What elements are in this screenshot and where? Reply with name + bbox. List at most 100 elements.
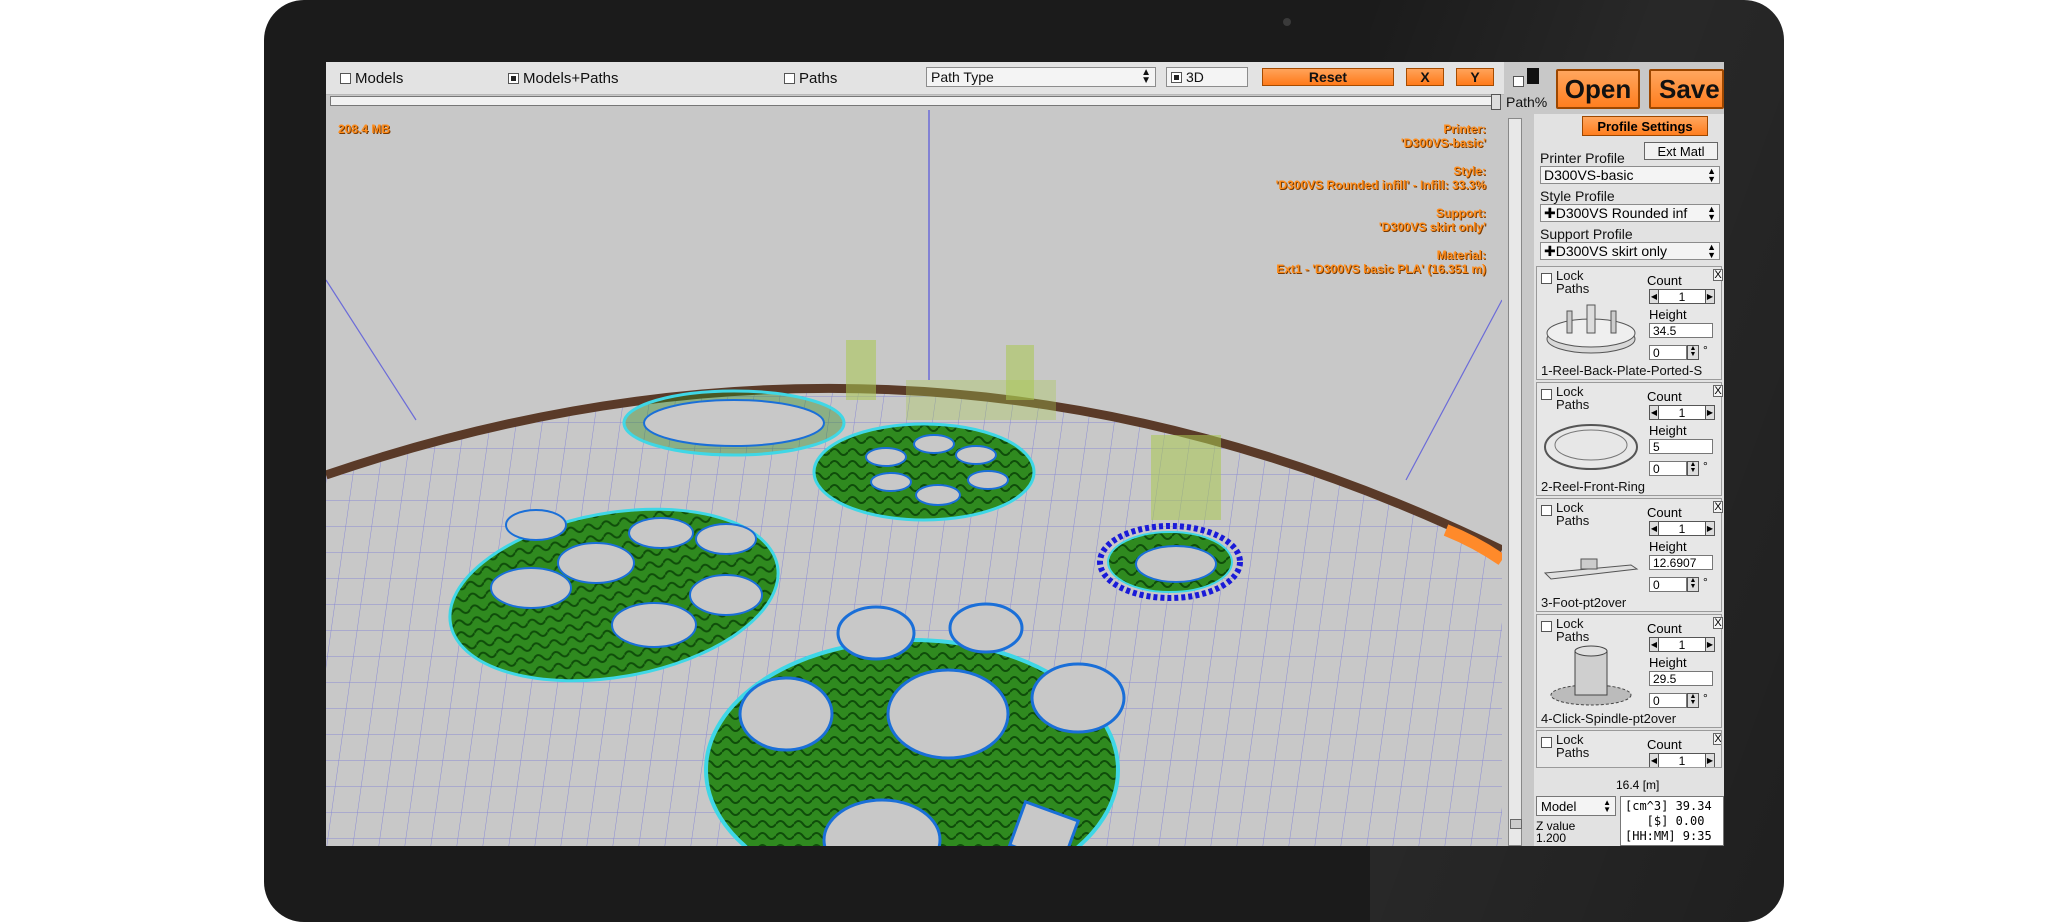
decrement-icon[interactable]: ◀ <box>1649 637 1659 652</box>
lock-paths-toggle[interactable]: Lock Paths <box>1541 501 1589 527</box>
toolbar: Models Models+Paths Paths Path Type ▲ ▼ 3… <box>326 62 1504 95</box>
models-paths-checkbox[interactable] <box>508 72 519 84</box>
support-profile-select[interactable]: ✚D300VS skirt only ▲ ▼ <box>1540 242 1720 260</box>
style-value: 'D300VS Rounded infill' - Infill: 33.3% <box>1275 178 1486 192</box>
decrement-icon[interactable]: ◀ <box>1649 753 1659 767</box>
style-profile-select[interactable]: ✚D300VS Rounded inf ▲ ▼ <box>1540 204 1720 222</box>
open-button[interactable]: Open <box>1556 69 1640 109</box>
degree-symbol: ° <box>1703 691 1708 705</box>
remove-model-button[interactable]: X <box>1713 617 1723 629</box>
select-arrows-icon: ▲ ▼ <box>1707 204 1716 222</box>
path-percent-checkbox[interactable] <box>1513 76 1524 87</box>
model-card: Lock Paths Count X ◀ 1 ▶ Height 34.5 0 ▲ ▼ ° … <box>1536 266 1723 380</box>
height-field[interactable]: 12.6907 <box>1649 555 1713 570</box>
layer-slider-thumb[interactable] <box>1491 94 1501 110</box>
lock-paths-checkbox[interactable] <box>1541 389 1552 400</box>
lock-paths-checkbox[interactable] <box>1541 505 1552 516</box>
rotation-value: 0 <box>1649 345 1687 360</box>
reset-button[interactable]: Reset <box>1262 68 1394 86</box>
select-arrows-icon: ▲ ▼ <box>1141 67 1151 86</box>
spin-icon[interactable]: ▲ ▼ <box>1687 461 1699 476</box>
paths-label: Paths <box>1556 281 1590 296</box>
paths-checkbox[interactable] <box>784 72 795 84</box>
rotation-value: 0 <box>1649 461 1687 476</box>
rotation-stepper[interactable]: 0 ▲ ▼ <box>1649 345 1701 360</box>
rotation-stepper[interactable]: 0 ▲ ▼ <box>1649 693 1701 708</box>
lock-paths-toggle[interactable]: Lock Paths <box>1541 385 1589 411</box>
spin-icon[interactable]: ▲ ▼ <box>1687 577 1699 592</box>
count-label: Count <box>1647 737 1682 752</box>
color-swatch-icon <box>1527 68 1539 84</box>
rotation-stepper[interactable]: 0 ▲ ▼ <box>1649 577 1701 592</box>
increment-icon[interactable]: ▶ <box>1705 405 1715 420</box>
model-card: Lock Paths Count X ◀ 1 ▶ Height 12.6907 0 ▲ ▼… <box>1536 498 1723 612</box>
models-checkbox[interactable] <box>340 72 351 84</box>
height-field[interactable]: 29.5 <box>1649 671 1713 686</box>
remove-model-button[interactable]: X <box>1713 733 1721 745</box>
print-bed-render <box>326 110 1502 846</box>
height-field[interactable]: 5 <box>1649 439 1713 454</box>
lock-paths-toggle[interactable]: Lock Paths <box>1541 733 1589 759</box>
models-paths-radio[interactable]: Models+Paths <box>508 68 618 88</box>
increment-icon[interactable]: ▶ <box>1705 637 1715 652</box>
profile-settings-button[interactable]: Profile Settings <box>1582 116 1708 136</box>
count-label: Count <box>1647 273 1682 288</box>
threed-toggle[interactable]: 3D <box>1166 67 1248 87</box>
model-card: Lock Paths Count X ◀ 1 ▶ <box>1536 730 1722 768</box>
path-percent-label: Path% <box>1506 94 1548 110</box>
paths-radio[interactable]: Paths <box>784 68 837 88</box>
count-value: 1 <box>1659 521 1705 536</box>
lock-paths-toggle[interactable]: Lock Paths <box>1541 269 1589 295</box>
height-label: Height <box>1649 539 1687 554</box>
y-view-button[interactable]: Y <box>1456 68 1494 86</box>
path-type-select[interactable]: Path Type ▲ ▼ <box>926 67 1156 87</box>
z-value: 1.200 <box>1536 831 1567 845</box>
increment-icon[interactable]: ▶ <box>1705 753 1715 767</box>
decrement-icon[interactable]: ◀ <box>1649 521 1659 536</box>
count-stepper[interactable]: ◀ 1 ▶ <box>1649 753 1715 767</box>
remove-model-button[interactable]: X <box>1713 269 1723 281</box>
lock-paths-checkbox[interactable] <box>1541 273 1552 284</box>
total-filament-length: 16.4 [m] <box>1616 778 1660 792</box>
ext-matl-button[interactable]: Ext Matl <box>1644 142 1718 160</box>
remove-model-button[interactable]: X <box>1713 501 1723 513</box>
increment-icon[interactable]: ▶ <box>1705 289 1715 304</box>
support-profile-value: ✚D300VS skirt only <box>1544 242 1667 259</box>
3d-viewport[interactable]: 208.4 MB Printer: 'D300VS-basic' Style: … <box>326 110 1502 846</box>
increment-icon[interactable]: ▶ <box>1705 521 1715 536</box>
count-stepper[interactable]: ◀ 1 ▶ <box>1649 637 1715 652</box>
style-label: Style: <box>1453 164 1486 178</box>
decrement-icon[interactable]: ◀ <box>1649 289 1659 304</box>
count-stepper[interactable]: ◀ 1 ▶ <box>1649 521 1715 536</box>
viewport-vertical-scrollbar[interactable] <box>1508 118 1522 846</box>
model-thumbnail <box>1550 645 1632 706</box>
models-radio[interactable]: Models <box>340 68 403 88</box>
decrement-icon[interactable]: ◀ <box>1649 405 1659 420</box>
rotation-stepper[interactable]: 0 ▲ ▼ <box>1649 461 1701 476</box>
threed-checkbox[interactable] <box>1171 71 1182 83</box>
paths-label: Paths <box>1556 513 1590 528</box>
model-name: 3-Foot-pt2over <box>1541 595 1627 610</box>
printer-profile-select[interactable]: D300VS-basic ▲ ▼ <box>1540 166 1720 184</box>
remove-model-button[interactable]: X <box>1713 385 1723 397</box>
material-label: Material: <box>1436 248 1486 262</box>
spin-icon[interactable]: ▲ ▼ <box>1687 345 1699 360</box>
height-field[interactable]: 34.5 <box>1649 323 1713 338</box>
count-label: Count <box>1647 621 1682 636</box>
print-stats-box: [cm^3] 39.34 [$] 0.00 [HH:MM] 9:35 <box>1620 796 1724 846</box>
vertical-scrollbar-thumb[interactable] <box>1510 819 1522 829</box>
count-value: 1 <box>1659 405 1705 420</box>
lock-paths-checkbox[interactable] <box>1541 621 1552 632</box>
lock-paths-toggle[interactable]: Lock Paths <box>1541 617 1589 643</box>
spin-icon[interactable]: ▲ ▼ <box>1687 693 1699 708</box>
rotation-value: 0 <box>1649 693 1687 708</box>
count-label: Count <box>1647 389 1682 404</box>
save-button[interactable]: Save <box>1649 69 1724 109</box>
x-view-button[interactable]: X <box>1406 68 1444 86</box>
layer-slider[interactable] <box>330 94 1501 110</box>
count-stepper[interactable]: ◀ 1 ▶ <box>1649 405 1715 420</box>
lock-paths-checkbox[interactable] <box>1541 737 1552 748</box>
memory-readout: 208.4 MB <box>338 122 391 136</box>
count-stepper[interactable]: ◀ 1 ▶ <box>1649 289 1715 304</box>
view-mode-select[interactable]: Model ▲ ▼ <box>1536 796 1616 816</box>
